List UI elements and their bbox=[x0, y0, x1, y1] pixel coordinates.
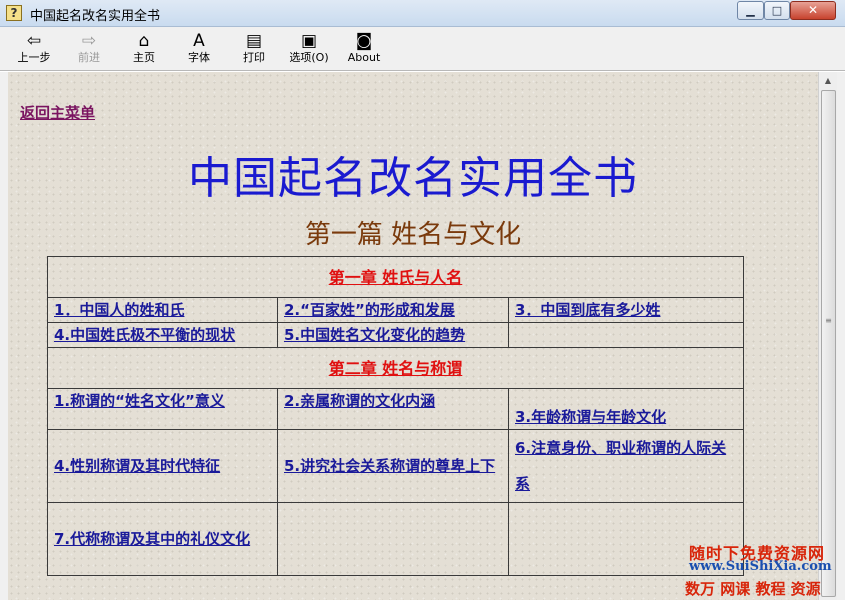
site-watermark: 随时下免费资源网 www.SuiShiXia.com 数万 网课 教程 资源 bbox=[685, 538, 845, 600]
chapter-2-heading: 第二章 姓名与称谓 bbox=[47, 347, 744, 389]
toc-link[interactable]: 3.年龄称谓与年龄文化 bbox=[515, 408, 666, 426]
toc-link[interactable]: 1.称谓的“姓名文化”意义 bbox=[54, 392, 225, 410]
table-row: 7.代称称谓及其中的礼仪文化 bbox=[47, 502, 744, 576]
grip-icon: ≡ bbox=[825, 316, 832, 325]
frame-left bbox=[0, 72, 8, 600]
toc-cell: 6.注意身份、职业称谓的人际关系 bbox=[508, 429, 744, 503]
scroll-thumb[interactable]: ≡ bbox=[821, 90, 836, 597]
forward-button[interactable]: ⇨ 前进 bbox=[64, 31, 114, 69]
frame-right bbox=[837, 72, 845, 600]
toc-link[interactable]: 4.中国姓氏极不平衡的现状 bbox=[54, 326, 235, 344]
forward-arrow-icon: ⇨ bbox=[81, 31, 97, 51]
toc-link[interactable]: 3．中国到底有多少姓 bbox=[515, 301, 660, 319]
maximize-icon: □ bbox=[771, 4, 783, 17]
font-button[interactable]: A 字体 bbox=[174, 31, 224, 69]
vertical-scrollbar[interactable]: ▲ ≡ bbox=[818, 72, 837, 600]
toc-cell: 4.中国姓氏极不平衡的现状 bbox=[47, 322, 278, 348]
chapter-1-heading: 第一章 姓氏与人名 bbox=[47, 256, 744, 298]
close-button[interactable]: ✕ bbox=[790, 1, 836, 20]
window-title: 中国起名改名实用全书 bbox=[30, 9, 161, 24]
minimize-icon: ▁ bbox=[746, 4, 755, 17]
toc-link[interactable]: 2.“百家姓”的形成和发展 bbox=[284, 301, 455, 319]
toc-link[interactable]: 4.性别称谓及其时代特征 bbox=[54, 457, 220, 475]
toc-cell: 1.称谓的“姓名文化”意义 bbox=[47, 388, 278, 430]
watermark-line-2: www.SuiShiXia.com bbox=[689, 559, 832, 574]
toc-link[interactable]: 1．中国人的姓和氏 bbox=[54, 301, 184, 319]
part-title: 第一篇 姓名与文化 bbox=[304, 220, 522, 250]
font-icon: A bbox=[193, 31, 205, 51]
toc-link[interactable]: 5.讲究社会关系称谓的尊卑上下 bbox=[284, 457, 495, 475]
about-icon: ◙ bbox=[355, 31, 373, 51]
toc-cell: 5.中国姓名文化变化的趋势 bbox=[277, 322, 509, 348]
toc-cell: 7.代称称谓及其中的礼仪文化 bbox=[47, 502, 278, 576]
toc-link[interactable]: 7.代称称谓及其中的礼仪文化 bbox=[54, 530, 250, 548]
back-arrow-icon: ⇦ bbox=[26, 31, 42, 51]
toc-link[interactable]: 5.中国姓名文化变化的趋势 bbox=[284, 326, 465, 344]
home-icon: ⌂ bbox=[138, 31, 150, 51]
content-pane: 返回主菜单 中国起名改名实用全书 第一篇 姓名与文化 第一章 姓氏与人名 1．中… bbox=[8, 72, 818, 600]
toc-link[interactable]: 6.注意身份、职业称谓的人际关系 bbox=[515, 439, 726, 493]
toc-cell-empty bbox=[508, 322, 744, 348]
toc-cell: 5.讲究社会关系称谓的尊卑上下 bbox=[277, 429, 509, 503]
watermark-line-3: 数万 网课 教程 资源 bbox=[685, 580, 821, 598]
close-icon: ✕ bbox=[807, 3, 819, 17]
help-book-icon: ? bbox=[6, 5, 22, 21]
scroll-up-icon[interactable]: ▲ bbox=[819, 72, 837, 89]
back-to-menu-link[interactable]: 返回主菜单 bbox=[20, 102, 95, 123]
options-button[interactable]: ▣ 选项(O) bbox=[284, 31, 334, 69]
table-row: 1．中国人的姓和氏 2.“百家姓”的形成和发展 3．中国到底有多少姓 bbox=[47, 297, 744, 323]
toc-link[interactable]: 2.亲属称谓的文化内涵 bbox=[284, 392, 435, 410]
back-button[interactable]: ⇦ 上一步 bbox=[9, 31, 59, 69]
toc-cell: 3.年龄称谓与年龄文化 bbox=[508, 388, 744, 430]
about-button[interactable]: ◙ About bbox=[339, 31, 389, 69]
toc-cell: 4.性别称谓及其时代特征 bbox=[47, 429, 278, 503]
toc-cell-empty bbox=[277, 502, 509, 576]
page-title: 中国起名改名实用全书 bbox=[188, 153, 638, 204]
toc-table: 第一章 姓氏与人名 1．中国人的姓和氏 2.“百家姓”的形成和发展 3．中国到底… bbox=[47, 256, 744, 576]
printer-icon: ▤ bbox=[245, 31, 263, 51]
maximize-button[interactable]: □ bbox=[764, 1, 790, 20]
print-button[interactable]: ▤ 打印 bbox=[229, 31, 279, 69]
toc-cell: 2.亲属称谓的文化内涵 bbox=[277, 388, 509, 430]
toc-cell: 1．中国人的姓和氏 bbox=[47, 297, 278, 323]
table-row: 第二章 姓名与称谓 bbox=[47, 347, 744, 389]
table-row: 第一章 姓氏与人名 bbox=[47, 256, 744, 298]
options-icon: ▣ bbox=[300, 31, 318, 51]
title-bar: ? 中国起名改名实用全书 ▁ □ ✕ bbox=[0, 0, 845, 27]
toc-cell: 2.“百家姓”的形成和发展 bbox=[277, 297, 509, 323]
home-button[interactable]: ⌂ 主页 bbox=[119, 31, 169, 69]
table-row: 1.称谓的“姓名文化”意义 2.亲属称谓的文化内涵 3.年龄称谓与年龄文化 bbox=[47, 388, 744, 430]
minimize-button[interactable]: ▁ bbox=[737, 1, 764, 20]
toolbar: ⇦ 上一步 ⇨ 前进 ⌂ 主页 A 字体 ▤ 打印 ▣ 选项(O) ◙ Abou… bbox=[0, 27, 845, 71]
table-row: 4.中国姓氏极不平衡的现状 5.中国姓名文化变化的趋势 bbox=[47, 322, 744, 348]
toc-cell: 3．中国到底有多少姓 bbox=[508, 297, 744, 323]
table-row: 4.性别称谓及其时代特征 5.讲究社会关系称谓的尊卑上下 6.注意身份、职业称谓… bbox=[47, 429, 744, 503]
